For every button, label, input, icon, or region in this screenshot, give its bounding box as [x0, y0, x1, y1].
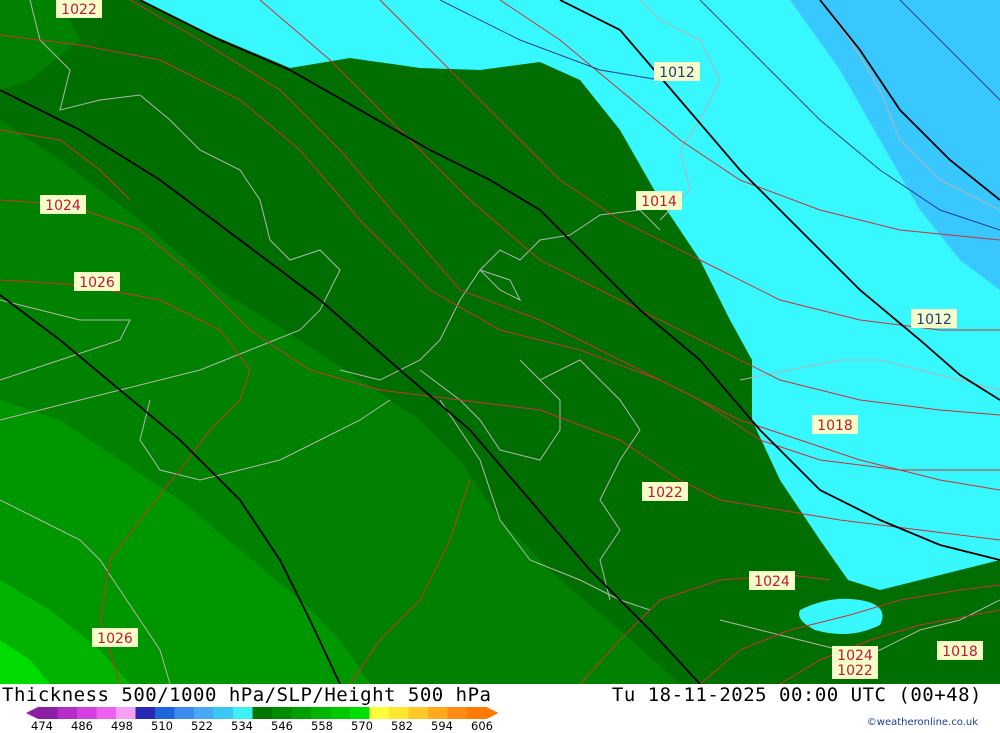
colorbar-label: 474 — [31, 719, 53, 733]
colorbar-swatch — [291, 707, 312, 719]
isobar-label-1026-sw: 1026 — [92, 628, 138, 647]
map-title: Thickness 500/1000 hPa/SLP/Height 500 hP… — [2, 684, 492, 706]
colorbar-left-arrow — [26, 707, 38, 719]
weather-map: 1022 1012 1014 1024 1026 1012 1018 1022 — [0, 0, 1000, 685]
isobar-label-text: 1026 — [79, 275, 115, 291]
colorbar-label: 546 — [271, 719, 293, 733]
colorbar-swatch — [447, 707, 468, 719]
isobar-label-text: 1012 — [916, 312, 952, 328]
isobar-label-text: 1026 — [97, 631, 133, 647]
colorbar-swatch — [233, 707, 253, 719]
isobar-label-text: 1024 — [837, 648, 873, 664]
colorbar-swatch — [408, 707, 429, 719]
colorbar-right-arrow — [486, 707, 499, 719]
colorbar-swatch — [311, 707, 331, 719]
colorbar-swatch — [174, 707, 195, 719]
colorbar-swatch — [194, 707, 214, 719]
colorbar-label: 582 — [391, 719, 413, 733]
colorbar-swatch — [57, 707, 78, 719]
colorbar-swatch — [77, 707, 97, 719]
colorbar-swatch — [38, 707, 58, 719]
colorbar-label: 534 — [231, 719, 253, 733]
isobar-label-1024-se: 1024 — [749, 571, 795, 590]
isobar-label-text: 1012 — [659, 65, 695, 81]
isobar-label-1026-w: 1026 — [74, 272, 120, 291]
colorbar-label: 594 — [431, 719, 453, 733]
isobar-label-1018-se: 1018 — [937, 641, 983, 660]
map-footer: Thickness 500/1000 hPa/SLP/Height 500 hP… — [0, 684, 1000, 733]
isobar-label-text: 1022 — [61, 2, 97, 18]
isobar-label-1018-e: 1018 — [812, 415, 858, 434]
isobar-label-text: 1024 — [754, 574, 790, 590]
colorbar-swatch — [428, 707, 448, 719]
isobar-label-text: 1018 — [942, 644, 978, 660]
colorbar-label: 522 — [191, 719, 213, 733]
isobar-label-1012-n: 1012 — [654, 62, 700, 81]
isobar-label-1022-nw: 1022 — [56, 0, 102, 18]
valid-time: Tu 18-11-2025 00:00 UTC (00+48) — [611, 684, 982, 706]
thickness-shading — [0, 0, 1000, 684]
isobar-label-text: 1018 — [817, 418, 853, 434]
colorbar-swatch — [330, 707, 351, 719]
colorbar-swatch — [467, 707, 487, 719]
credit-link[interactable]: ©weatheronline.co.uk — [867, 717, 978, 728]
colorbar-swatch — [350, 707, 370, 719]
colorbar-swatch — [213, 707, 234, 719]
colorbar-swatch — [96, 707, 117, 719]
colorbar-swatch — [116, 707, 136, 719]
isobar-label-text: 1024 — [45, 198, 81, 214]
colorbar-label: 486 — [71, 719, 93, 733]
colorbar-swatch — [389, 707, 409, 719]
colorbar-label: 498 — [111, 719, 133, 733]
isobar-label-1022-c: 1022 — [642, 482, 688, 501]
isobar-label-text: 1022 — [837, 663, 873, 679]
colorbar-swatch — [272, 707, 292, 719]
colorbar-label: 558 — [311, 719, 333, 733]
isobar-label-1024-w: 1024 — [40, 195, 86, 214]
colorbar-swatch — [252, 707, 273, 719]
colorbar-label: 510 — [151, 719, 173, 733]
colorbar-swatch — [369, 707, 390, 719]
colorbar-swatch — [155, 707, 175, 719]
isobar-label-text: 1014 — [641, 194, 677, 210]
isobar-label-1024-s: 1024 — [832, 646, 878, 664]
isobar-label-1014: 1014 — [636, 191, 682, 210]
isobar-label-1012-e: 1012 — [911, 309, 957, 328]
isobar-label-text: 1022 — [647, 485, 683, 501]
colorbar-label: 570 — [351, 719, 373, 733]
colorbar-swatch — [135, 707, 156, 719]
colorbar-label: 606 — [471, 719, 493, 733]
